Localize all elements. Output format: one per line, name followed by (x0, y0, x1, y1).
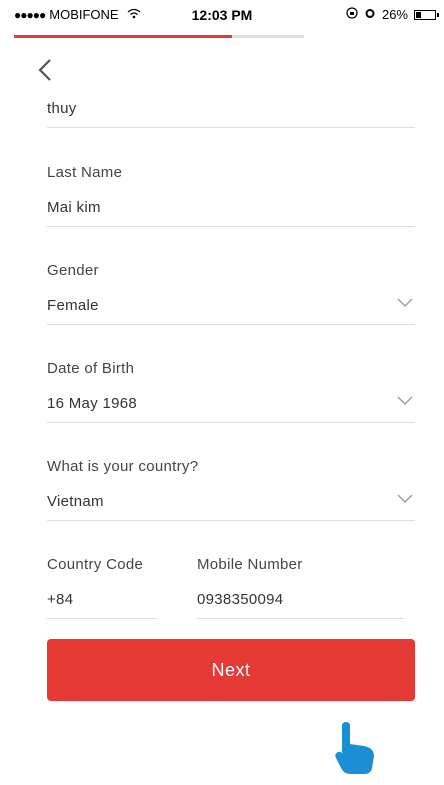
battery-percent: 26% (381, 7, 408, 22)
status-right: 26% (346, 7, 439, 22)
chevron-left-icon (38, 59, 51, 81)
date-of-birth-select[interactable]: 16 May 1968 (47, 395, 415, 423)
country-select[interactable]: Vietnam (47, 493, 415, 521)
hand-pointer-icon (334, 722, 376, 774)
chevron-down-icon (397, 295, 413, 311)
progress-fill (14, 35, 232, 38)
gender-field[interactable]: Gender Female (47, 262, 415, 325)
country-value: Vietnam (47, 493, 104, 510)
battery-icon (414, 9, 439, 20)
country-code-input[interactable]: +84 (47, 591, 157, 619)
orientation-lock-icon (346, 7, 358, 22)
first-name-input[interactable]: thuy (47, 100, 415, 128)
date-of-birth-field[interactable]: Date of Birth 16 May 1968 (47, 360, 415, 423)
mobile-number-label: Mobile Number (197, 556, 303, 573)
last-name-input[interactable]: Mai kim (47, 199, 415, 227)
last-name-field[interactable]: Last Name Mai kim (47, 164, 415, 227)
first-name-field[interactable]: thuy (47, 100, 415, 128)
back-button[interactable] (36, 58, 58, 86)
country-field[interactable]: What is your country? Vietnam (47, 458, 415, 521)
chevron-down-icon (397, 491, 413, 507)
gender-label: Gender (47, 262, 99, 279)
country-code-label: Country Code (47, 556, 144, 573)
mobile-number-field[interactable]: Mobile Number 0938350094 (197, 556, 404, 619)
battery-fill (416, 11, 421, 18)
status-bar: ●●●●● MOBIFONE 12:03 PM 26% (0, 0, 444, 30)
country-code-field[interactable]: Country Code +84 (47, 556, 157, 619)
alarm-icon (364, 7, 376, 22)
date-of-birth-label: Date of Birth (47, 360, 135, 377)
country-label: What is your country? (47, 458, 199, 475)
chevron-down-icon (397, 393, 413, 409)
next-button[interactable]: Next (47, 639, 415, 701)
last-name-label: Last Name (47, 164, 123, 181)
date-of-birth-value: 16 May 1968 (47, 395, 138, 412)
mobile-number-input[interactable]: 0938350094 (197, 591, 404, 619)
gender-value: Female (47, 297, 99, 314)
gender-select[interactable]: Female (47, 297, 415, 325)
progress-bar (14, 35, 304, 38)
